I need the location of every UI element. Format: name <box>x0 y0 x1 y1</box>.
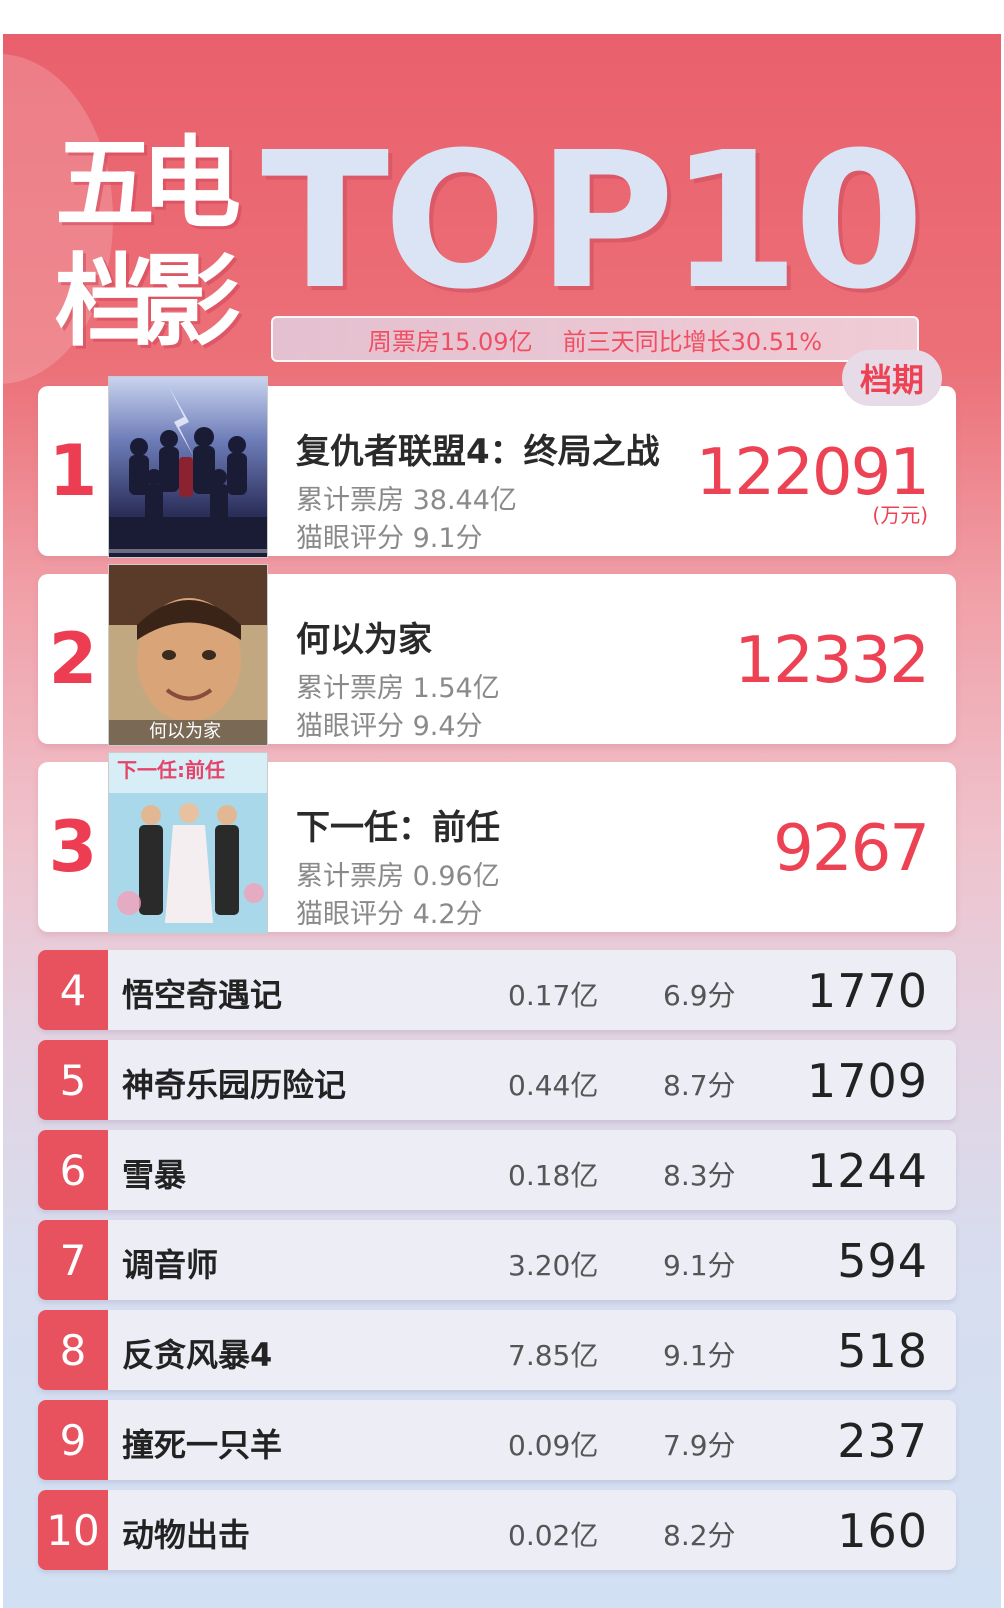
cumulative-gross: 7.85亿 <box>508 1339 599 1372</box>
summary-bar: 周票房15.09亿 前三天同比增长30.51% <box>271 316 919 362</box>
maoyan-score: 6.9分 <box>663 979 736 1012</box>
cumulative-gross: 累计票房 1.54亿 <box>296 673 500 704</box>
period-box-office: 12332 <box>734 624 930 698</box>
header-char: 档 <box>55 243 155 360</box>
unit-label: (万元) <box>872 503 928 527</box>
period-badge: 档期 <box>842 350 942 406</box>
movie-title: 调音师 <box>122 1246 219 1284</box>
rank-number: 5 <box>38 1040 108 1120</box>
weekly-box-office: 周票房15.09亿 <box>367 327 533 356</box>
rank-number: 3 <box>48 806 98 888</box>
poster-image-always-miss-you: 下一任:前任 <box>108 752 268 934</box>
period-box-office: 1244 <box>806 1144 928 1198</box>
period-box-office: 518 <box>837 1324 928 1378</box>
maoyan-score: 8.3分 <box>663 1159 736 1192</box>
maoyan-score: 猫眼评分 4.2分 <box>296 899 483 930</box>
rank-row-9[interactable]: 9 撞死一只羊 0.09亿 7.9分 237 <box>38 1400 956 1480</box>
rank-number: 9 <box>38 1400 108 1480</box>
rank-row-8[interactable]: 8 反贪风暴4 7.85亿 9.1分 518 <box>38 1310 956 1390</box>
rank-row-6[interactable]: 6 雪暴 0.18亿 8.3分 1244 <box>38 1130 956 1210</box>
maoyan-score: 猫眼评分 9.4分 <box>296 711 483 742</box>
poster-image-capernaum: 何以为家 <box>108 564 268 746</box>
poster-image-avengers <box>108 376 268 558</box>
maoyan-score: 8.7分 <box>663 1069 736 1102</box>
movie-title: 下一任：前任 <box>296 808 500 848</box>
rank-row-7[interactable]: 7 调音师 3.20亿 9.1分 594 <box>38 1220 956 1300</box>
cumulative-gross: 0.44亿 <box>508 1069 599 1102</box>
maoyan-score: 7.9分 <box>663 1429 736 1462</box>
cumulative-gross: 累计票房 38.44亿 <box>296 485 517 516</box>
movie-title: 悟空奇遇记 <box>122 976 283 1014</box>
svg-text:下一任:前任: 下一任:前任 <box>117 758 225 782</box>
rank-number: 6 <box>38 1130 108 1210</box>
movie-title: 神奇乐园历险记 <box>122 1066 347 1104</box>
period-box-office: 160 <box>837 1504 928 1558</box>
cumulative-gross: 0.02亿 <box>508 1519 599 1552</box>
header-char: 五 <box>55 125 155 242</box>
period-box-office: 594 <box>837 1234 928 1288</box>
movie-title: 复仇者联盟4：终局之战 <box>296 432 660 472</box>
maoyan-score: 8.2分 <box>663 1519 736 1552</box>
maoyan-score: 猫眼评分 9.1分 <box>296 523 483 554</box>
rank-number: 7 <box>38 1220 108 1300</box>
rank-row-10[interactable]: 10 动物出击 0.02亿 8.2分 160 <box>38 1490 956 1570</box>
svg-text:何以为家: 何以为家 <box>149 721 221 742</box>
cumulative-gross: 累计票房 0.96亿 <box>296 861 500 892</box>
cumulative-gross: 0.17亿 <box>508 979 599 1012</box>
movie-title: 雪暴 <box>122 1156 187 1194</box>
ranking-poster: 五 电 档 影 TOP10 周票房15.09亿 前三天同比增长30.51% 1 <box>3 34 1001 1608</box>
cumulative-gross: 3.20亿 <box>508 1249 599 1282</box>
movie-title: 动物出击 <box>122 1516 251 1554</box>
period-box-office: 9267 <box>773 812 930 886</box>
period-box-office: 1770 <box>806 964 928 1018</box>
maoyan-score: 9.1分 <box>663 1249 736 1282</box>
rank-card-1[interactable]: 1 复仇者联盟4：终局之战 累计票房 38.44亿 猫眼评分 9.1分 1220… <box>38 350 956 558</box>
movie-title: 反贪风暴4 <box>122 1336 273 1374</box>
maoyan-score: 9.1分 <box>663 1339 736 1372</box>
header-char: 电 <box>141 125 241 242</box>
rank-number: 10 <box>38 1490 108 1570</box>
rank-number: 2 <box>48 618 98 700</box>
rank-number: 1 <box>48 430 98 512</box>
rank-card-2[interactable]: 2 何以为家 何以为家 累计票房 1.54亿 猫眼评分 9.4分 12332 <box>38 564 956 746</box>
movie-title: 何以为家 <box>296 620 432 660</box>
rank-row-4[interactable]: 4 悟空奇遇记 0.17亿 6.9分 1770 <box>38 950 956 1030</box>
rank-number: 4 <box>38 950 108 1030</box>
cumulative-gross: 0.09亿 <box>508 1429 599 1462</box>
cumulative-gross: 0.18亿 <box>508 1159 599 1192</box>
movie-title: 撞死一只羊 <box>122 1426 283 1464</box>
rank-row-5[interactable]: 5 神奇乐园历险记 0.44亿 8.7分 1709 <box>38 1040 956 1120</box>
growth-rate: 前三天同比增长30.51% <box>562 327 823 356</box>
top10-heading: TOP10 <box>261 112 924 331</box>
header-char: 影 <box>141 243 241 360</box>
period-box-office: 1709 <box>806 1054 928 1108</box>
rank-card-3[interactable]: 3 下一任:前任 下一任：前任 累计票房 0.96亿 猫眼评分 4.2分 926… <box>38 752 956 934</box>
period-box-office: 237 <box>837 1414 928 1468</box>
rank-number: 8 <box>38 1310 108 1390</box>
